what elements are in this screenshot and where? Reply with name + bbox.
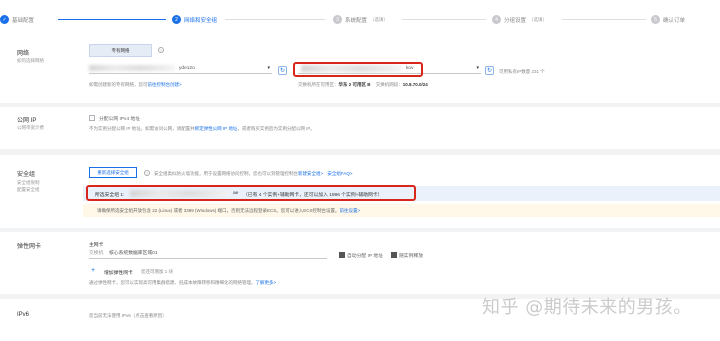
section-subtitle[interactable]: 如何选择网络: [17, 57, 44, 64]
wizard-steps: ✓ 基础配置 2 网络和安全组 3 系统配置 （选填） 4 分组设置 （选填） …: [0, 0, 720, 40]
section-title: IPv6: [17, 312, 30, 318]
step-system-config[interactable]: 3 系统配置 （选填）: [333, 15, 388, 24]
step-confirm-order[interactable]: 5 确认订单: [651, 15, 685, 24]
step-label: 网络和安全组: [184, 17, 218, 24]
reselect-security-group-button[interactable]: 重新选择安全组: [89, 167, 137, 178]
cidr-label: 交换机网段：: [375, 82, 403, 87]
step-number: 3: [333, 15, 342, 24]
public-ip-section: 公网 IP 公网带宽计费 分配公网 IPv4 地址 不为实例分配公网 IP 地址…: [0, 107, 720, 149]
ecs-purchase-page: ✓ 基础配置 2 网络和安全组 3 系统配置 （选填） 4 分组设置 （选填） …: [0, 0, 720, 341]
vpc-id-suffix: yde12o: [179, 66, 195, 71]
public-ip-hint: 不为实例分配公网 IP 地址，如需访问公网，请配置并绑定弹性公网 IP 地址，或…: [89, 126, 315, 132]
zone-value: 华东 2 可用区 B: [338, 82, 371, 87]
go-settings-link[interactable]: 前往设置>: [340, 208, 361, 213]
security-group-desc: 安全组类似防火墙功能，用于设置网络访问控制，您也可以到管理控制台新建安全组> 安…: [154, 171, 353, 177]
step-optional: （选填）: [370, 16, 389, 22]
help-icon[interactable]: ?: [144, 170, 150, 176]
vswitch-value: 核心系统数据库区域01: [109, 251, 158, 256]
auto-ip-checkbox[interactable]: [339, 252, 345, 258]
help-icon[interactable]: ?: [158, 47, 164, 53]
step-label: 确认订单: [663, 17, 686, 24]
refresh-vpc-icon[interactable]: ↻: [278, 66, 287, 75]
available-ips: 可用私有IP数量 231 个: [499, 69, 545, 74]
warning-text: 请确保所选安全组开放包含 22 (Linux) 或者 3389 (Windows…: [97, 208, 340, 213]
check-icon: ✓: [0, 15, 9, 24]
release-checkbox[interactable]: [391, 252, 397, 258]
step-connector: [58, 19, 166, 20]
step-number: 4: [492, 15, 501, 24]
network-section: 网络 如何选择网络 专有网络 ? yde12o ▾ ↻ kov ▾ ↻ 可用私有…: [0, 40, 720, 103]
vswitch-label: 交换机: [89, 251, 104, 256]
vpc-hint-text: 如需创建新的专有网络，您可: [89, 82, 148, 87]
eip-link[interactable]: 绑定弹性公网 IP 地址: [195, 126, 238, 131]
cidr-value: 10.8.70.0/24: [402, 82, 428, 87]
step-connector: [225, 19, 325, 20]
step-label: 基础配置: [12, 17, 35, 24]
step-optional: （选填）: [529, 16, 548, 22]
step-label: 系统配置: [345, 17, 368, 24]
section-title: 弹性网卡: [17, 244, 42, 250]
security-group-section: 安全组 安全组限制 配置安全组 重新选择安全组 ? 安全组类似防火墙功能，用于设…: [0, 155, 720, 228]
primary-eni-label: 主网卡: [89, 243, 104, 248]
desc-text: 安全组类似防火墙功能，用于设置网络访问控制，您也可以到管理控制台: [154, 171, 298, 176]
section-subtitle[interactable]: 配置安全组: [17, 186, 40, 193]
zone-info: 交换机所在可用区：华东 2 可用区 B 交换机网段：10.8.70.0/24: [298, 82, 428, 88]
eni-vswitch-select[interactable]: 交换机 核心系统数据库区域01: [89, 249, 327, 259]
auto-ip-label: 自动分配 IP 地址: [347, 254, 383, 259]
step-basic-config[interactable]: ✓ 基础配置: [0, 15, 34, 24]
zone-label: 交换机所在可用区：: [298, 82, 339, 87]
step-network-security[interactable]: 2 网络和安全组: [172, 15, 217, 24]
desc-text: 通过弹性网卡，您可以实现高可用集群搭建、低成本故障转移和精细化的网络管理。: [89, 280, 256, 285]
step-group-settings[interactable]: 4 分组设置 （选填）: [492, 15, 547, 24]
eni-section: 弹性网卡 主网卡 交换机 核心系统数据库区域01 自动分配 IP 地址 随实例释…: [0, 232, 720, 294]
ipv6-unavailable-text[interactable]: 您当前无法使用 IPv6（点击查看原因）: [89, 313, 167, 319]
add-eni-button[interactable]: 增加弹性网卡: [104, 269, 133, 276]
section-title: 公网 IP: [17, 118, 37, 124]
highlight-security-group: [86, 185, 416, 201]
chevron-down-icon: ▾: [267, 65, 270, 71]
vpc-select[interactable]: yde12o ▾: [89, 64, 272, 74]
new-security-group-link[interactable]: 新建安全组>: [298, 171, 323, 176]
public-ip-checkbox[interactable]: [89, 115, 95, 121]
release-label: 随实例释放: [399, 254, 423, 259]
hint-tail: ，或者购买实例后为实例分配公网 IP。: [237, 126, 315, 131]
watermark: 知乎 @期待未来的男孩。: [482, 297, 692, 318]
highlight-vswitch: [293, 62, 423, 77]
step-connector: [562, 19, 646, 20]
step-label: 分组设置: [504, 17, 527, 24]
eni-desc: 通过弹性网卡，您可以实现高可用集群搭建、低成本故障转移和精细化的网络管理。了解更…: [89, 280, 276, 286]
public-ip-label: 分配公网 IPv4 地址: [99, 117, 141, 122]
chevron-down-icon: ▾: [476, 65, 479, 71]
section-subtitle[interactable]: 公网带宽计费: [17, 124, 44, 131]
security-group-faq-link[interactable]: 安全组FAQ>: [327, 171, 352, 176]
vpc-type-button[interactable]: 专有网络: [89, 44, 152, 57]
step-number: 5: [651, 15, 660, 24]
hint-text: 不为实例分配公网 IP 地址，如需访问公网，请配置并: [89, 126, 195, 131]
learn-more-link[interactable]: 了解更多>: [256, 280, 277, 285]
section-title: 安全组: [17, 172, 36, 178]
step-number: 2: [172, 15, 181, 24]
port-warning: 请确保所选安全组开放包含 22 (Linux) 或者 3389 (Windows…: [97, 208, 360, 214]
section-title: 网络: [17, 51, 30, 57]
plus-icon[interactable]: +: [91, 267, 95, 274]
create-vpc-link[interactable]: 前往控制台创建>: [148, 82, 182, 87]
redacted-vpc-id: [89, 65, 175, 71]
step-connector: [402, 19, 486, 20]
vpc-hint: 如需创建新的专有网络，您可前往控制台创建>: [89, 82, 182, 88]
refresh-vswitch-icon[interactable]: ↻: [485, 66, 494, 75]
add-eni-hint: 您还可增加 1 块: [141, 269, 174, 274]
section-subtitle[interactable]: 安全组限制: [17, 179, 40, 186]
